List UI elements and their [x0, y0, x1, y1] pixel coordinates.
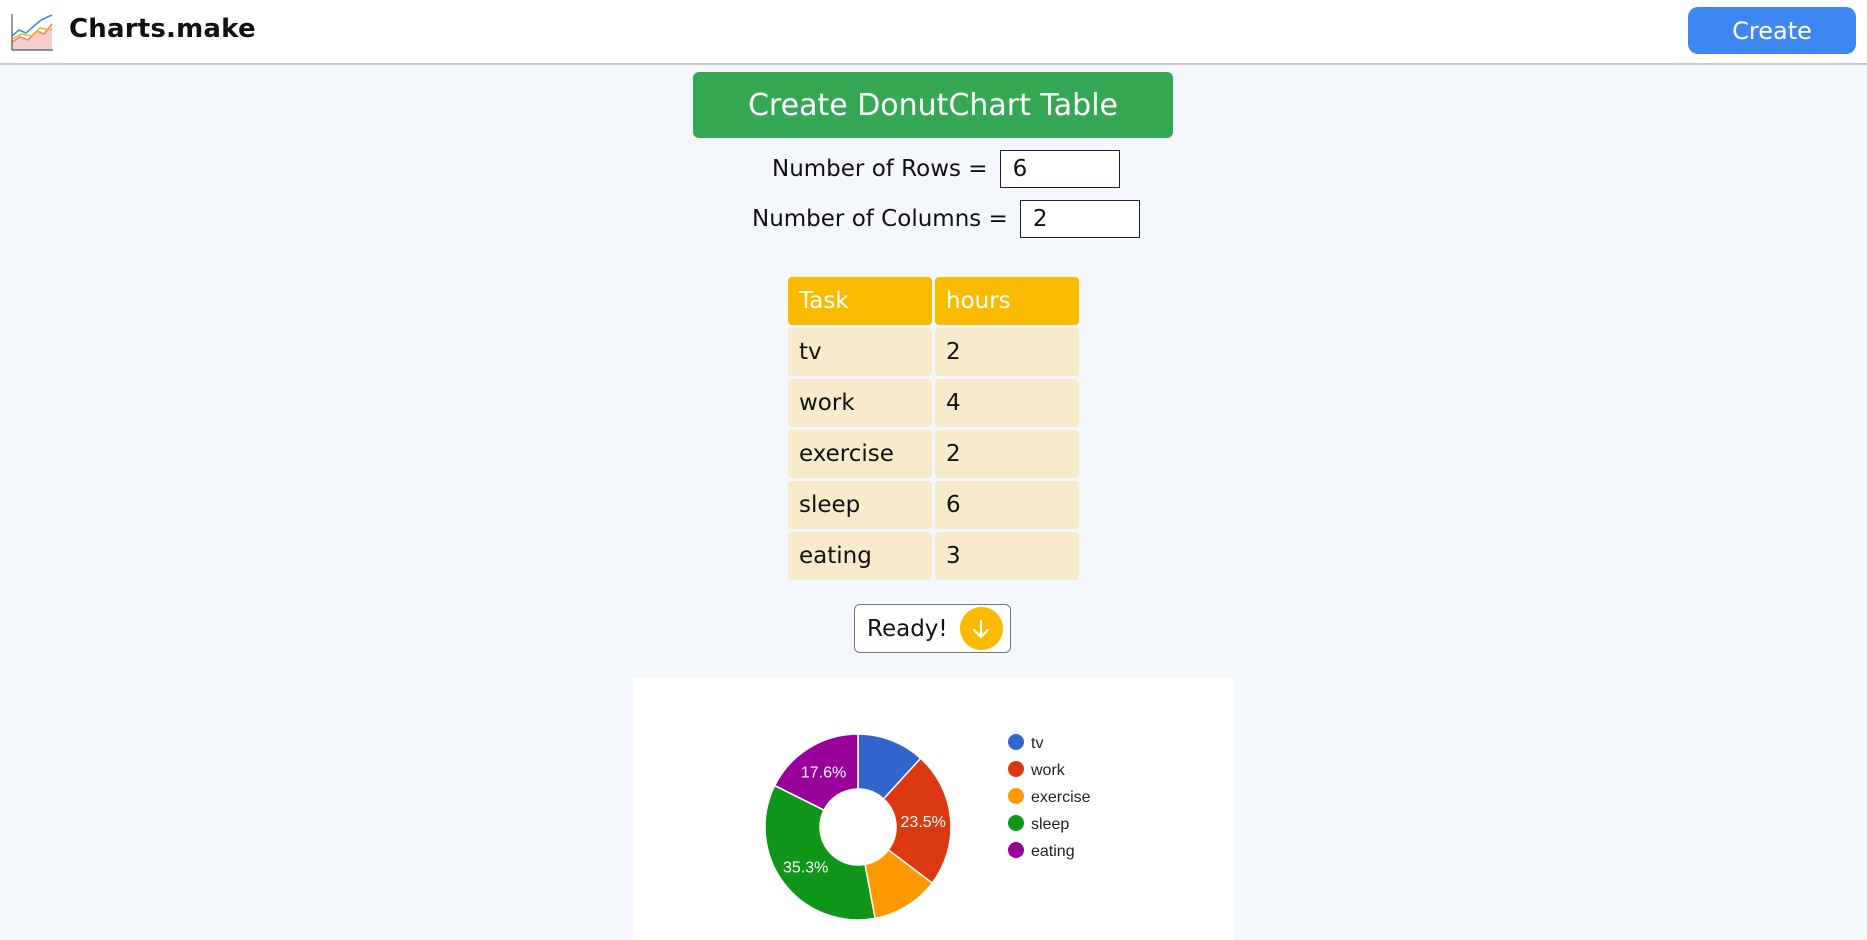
legend-marker-tv[interactable] — [1008, 734, 1024, 750]
donut-chart-card: 23.5% 35.3% 17.6% tv work exercise sleep eating — [633, 678, 1234, 940]
create-donutchart-table-button[interactable]: Create DonutChart Table — [693, 72, 1173, 138]
table-header-row: Task hours — [788, 277, 1079, 325]
arrow-down-icon — [959, 607, 1003, 650]
header-cell[interactable]: Task — [788, 277, 932, 325]
table-cell[interactable]: 3 — [935, 532, 1079, 580]
table-cell[interactable]: 2 — [935, 430, 1079, 478]
rows-field: Number of Rows = 6 — [772, 150, 1120, 188]
legend-label-exercise[interactable]: exercise — [1031, 789, 1091, 806]
legend-marker-sleep[interactable] — [1008, 815, 1024, 831]
table-row: eating 3 — [788, 532, 1079, 580]
slice-label-work: 23.5% — [901, 814, 946, 831]
ready-label: Ready! — [867, 615, 948, 642]
slice-label-eating: 17.6% — [801, 764, 846, 781]
data-table: Task hours tv 2 work 4 exercise 2 sleep … — [785, 274, 1082, 583]
slice-label-sleep: 35.3% — [783, 859, 828, 876]
rows-label: Number of Rows = — [772, 156, 988, 182]
legend-label-tv[interactable]: tv — [1031, 735, 1043, 752]
columns-field: Number of Columns = 2 — [752, 200, 1140, 238]
table-cell[interactable]: 4 — [935, 379, 1079, 427]
table-cell[interactable]: 6 — [935, 481, 1079, 529]
table-row: exercise 2 — [788, 430, 1079, 478]
table-cell[interactable]: work — [788, 379, 932, 427]
donut-chart: 23.5% 35.3% 17.6% tv work exercise sleep eating — [764, 733, 1091, 921]
table-cell[interactable]: exercise — [788, 430, 932, 478]
columns-input[interactable]: 2 — [1019, 200, 1140, 238]
table-cell[interactable]: 2 — [935, 328, 1079, 376]
ready-button[interactable]: Ready! — [854, 604, 1011, 653]
table-cell[interactable]: tv — [788, 328, 932, 376]
rows-input[interactable]: 6 — [999, 150, 1120, 188]
create-button[interactable]: Create — [1688, 7, 1856, 54]
header-cell[interactable]: hours — [935, 277, 1079, 325]
legend-label-sleep[interactable]: sleep — [1031, 816, 1069, 833]
table-row: work 4 — [788, 379, 1079, 427]
legend-label-work[interactable]: work — [1030, 762, 1066, 779]
legend-marker-exercise[interactable] — [1008, 788, 1024, 804]
table-cell[interactable]: eating — [788, 532, 932, 580]
chart-logo-icon — [11, 13, 53, 51]
table-row: tv 2 — [788, 328, 1079, 376]
top-navbar: Charts.make Create — [0, 0, 1867, 65]
columns-label: Number of Columns = — [752, 206, 1008, 232]
table-row: sleep 6 — [788, 481, 1079, 529]
legend-marker-eating[interactable] — [1008, 842, 1024, 858]
app-name[interactable]: Charts.make — [69, 14, 256, 44]
legend-label-eating[interactable]: eating — [1031, 843, 1075, 860]
legend-marker-work[interactable] — [1008, 761, 1024, 777]
table-cell[interactable]: sleep — [788, 481, 932, 529]
